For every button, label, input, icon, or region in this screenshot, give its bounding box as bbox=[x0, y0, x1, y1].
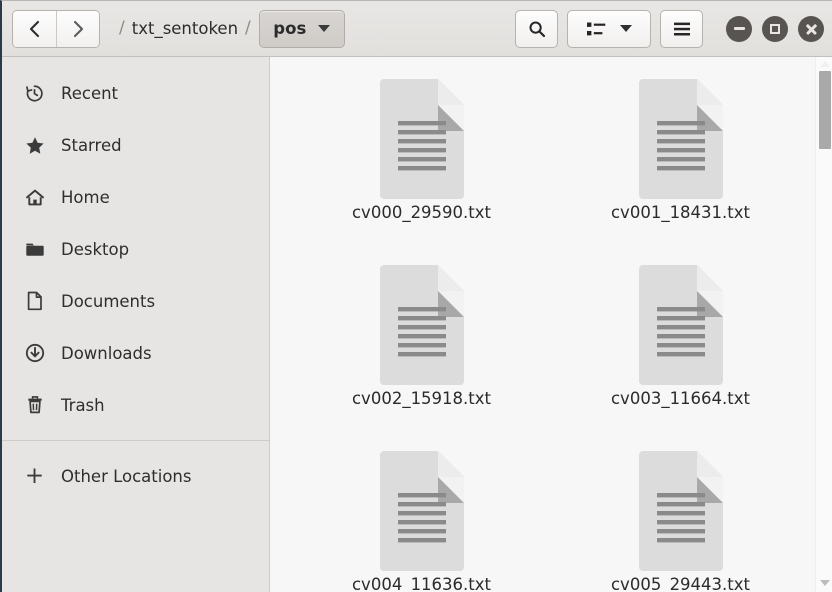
sidebar-item-label: Trash bbox=[61, 395, 105, 415]
file-item[interactable]: cv000_29590.txt bbox=[292, 75, 551, 253]
breadcrumb-item-txt_sentoken[interactable]: txt_sentoken bbox=[132, 19, 238, 38]
file-item[interactable]: cv002_15918.txt bbox=[292, 261, 551, 439]
breadcrumb-current-label: pos bbox=[273, 19, 307, 38]
sidebar: Recent Starred Home Desktop Documents Do… bbox=[2, 57, 270, 592]
sidebar-item-label: Recent bbox=[61, 83, 119, 103]
minimize-icon bbox=[733, 27, 745, 30]
text-file-icon bbox=[374, 75, 470, 199]
window-body: Recent Starred Home Desktop Documents Do… bbox=[2, 57, 832, 592]
sidebar-item-label: Home bbox=[61, 187, 110, 207]
main-menu-button[interactable] bbox=[660, 9, 703, 48]
file-name: cv005_29443.txt bbox=[610, 575, 751, 592]
scrollbar-thumb[interactable] bbox=[819, 71, 831, 149]
chevron-left-icon bbox=[29, 20, 40, 37]
sidebar-divider bbox=[2, 440, 269, 441]
home-icon bbox=[24, 187, 45, 208]
close-button[interactable] bbox=[798, 15, 824, 42]
file-item[interactable]: cv005_29443.txt bbox=[551, 447, 810, 592]
header-bar: / txt_sentoken / pos bbox=[2, 1, 832, 57]
breadcrumb-item-pos[interactable]: pos bbox=[258, 9, 345, 48]
navigation-buttons bbox=[12, 9, 100, 48]
sidebar-item-label: Downloads bbox=[61, 343, 152, 363]
text-file-icon bbox=[633, 75, 729, 199]
text-file-icon bbox=[374, 447, 470, 571]
sidebar-item-home[interactable]: Home bbox=[2, 171, 269, 223]
search-button[interactable] bbox=[515, 9, 558, 48]
file-item[interactable]: cv004_11636.txt bbox=[292, 447, 551, 592]
plus-icon: + bbox=[24, 462, 45, 489]
chevron-right-icon bbox=[73, 20, 83, 37]
sidebar-item-other-locations[interactable]: + Other Locations bbox=[2, 450, 269, 502]
sidebar-item-downloads[interactable]: Downloads bbox=[2, 327, 269, 379]
file-grid: cv000_29590.txt cv001_18431.txt cv002_15… bbox=[270, 57, 832, 592]
search-icon bbox=[529, 21, 545, 37]
download-arrow-icon bbox=[24, 343, 45, 364]
vertical-scrollbar[interactable] bbox=[815, 57, 832, 592]
maximize-button[interactable] bbox=[762, 15, 788, 42]
breadcrumb-separator-root: / bbox=[119, 18, 125, 38]
file-name: cv001_18431.txt bbox=[610, 203, 751, 222]
file-manager-window: / txt_sentoken / pos Recent Starred Home… bbox=[0, 0, 832, 592]
maximize-icon bbox=[770, 23, 780, 34]
folder-icon bbox=[24, 239, 45, 260]
clock-history-icon bbox=[24, 83, 45, 104]
window-controls bbox=[726, 15, 824, 42]
toolbar bbox=[515, 9, 824, 48]
chevron-down-icon bbox=[318, 25, 331, 32]
file-item[interactable]: cv003_11664.txt bbox=[551, 261, 810, 439]
sidebar-item-label: Desktop bbox=[61, 239, 130, 259]
text-file-icon bbox=[374, 261, 470, 385]
close-icon bbox=[805, 23, 817, 35]
back-button[interactable] bbox=[13, 10, 56, 47]
star-icon bbox=[24, 135, 45, 156]
sidebar-item-documents[interactable]: Documents bbox=[2, 275, 269, 327]
file-name: cv002_15918.txt bbox=[351, 389, 492, 408]
triangle-up-icon[interactable] bbox=[820, 61, 830, 67]
document-icon bbox=[24, 291, 45, 312]
file-name: cv000_29590.txt bbox=[351, 203, 492, 222]
file-list-area[interactable]: cv000_29590.txt cv001_18431.txt cv002_15… bbox=[270, 57, 832, 592]
sidebar-item-label: Other Locations bbox=[61, 466, 192, 486]
minimize-button[interactable] bbox=[726, 15, 752, 42]
triangle-down-icon[interactable] bbox=[820, 580, 830, 586]
sidebar-item-recent[interactable]: Recent bbox=[2, 67, 269, 119]
file-name: cv004_11636.txt bbox=[351, 575, 492, 592]
file-item[interactable]: cv001_18431.txt bbox=[551, 75, 810, 253]
chevron-down-icon bbox=[619, 25, 632, 32]
view-mode-button[interactable] bbox=[567, 9, 651, 48]
sidebar-item-label: Documents bbox=[61, 291, 156, 311]
file-name: cv003_11664.txt bbox=[610, 389, 751, 408]
sidebar-item-desktop[interactable]: Desktop bbox=[2, 223, 269, 275]
hamburger-menu-icon bbox=[673, 22, 690, 35]
text-file-icon bbox=[633, 447, 729, 571]
sidebar-item-trash[interactable]: Trash bbox=[2, 379, 269, 431]
text-file-icon bbox=[633, 261, 729, 385]
sidebar-item-label: Starred bbox=[61, 135, 122, 155]
breadcrumb: / txt_sentoken / pos bbox=[112, 9, 345, 48]
breadcrumb-separator: / bbox=[245, 18, 251, 38]
sidebar-item-starred[interactable]: Starred bbox=[2, 119, 269, 171]
trash-icon bbox=[24, 395, 45, 416]
forward-button[interactable] bbox=[56, 10, 99, 47]
list-view-icon bbox=[586, 22, 605, 35]
